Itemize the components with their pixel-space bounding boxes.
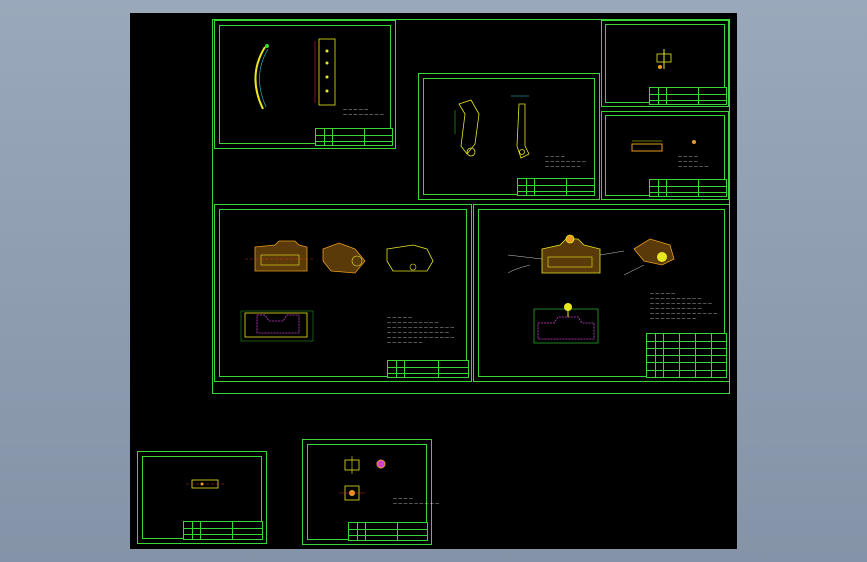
drawing-sheet-1[interactable]: — — — — — — — — — — — — —: [214, 20, 396, 149]
title-block: [183, 521, 263, 540]
tech-note: — — — — — — — — — — — — — — — — — — — — …: [650, 291, 718, 321]
drawing-sheet-8[interactable]: — — — — — — — — — — — — —: [302, 439, 439, 545]
title-block: [517, 178, 595, 196]
title-block: [646, 333, 727, 378]
tech-note: — — — — — — — — — — — — — —: [678, 154, 709, 169]
title-block: [649, 179, 727, 197]
drawing-sheet-6[interactable]: — — — — — — — — — — — — — — — — — — — — …: [473, 204, 730, 382]
drawing-sheet-2[interactable]: [601, 20, 729, 107]
title-block: [315, 128, 393, 146]
tech-note: — — — — — — — — — — — — — — — — — — —: [545, 154, 586, 169]
fixture-body-views: [240, 240, 434, 342]
drawing-sheet-3[interactable]: — — — — — — — — — — — — — — — — — — —: [418, 73, 600, 200]
title-block: [348, 522, 428, 541]
drawing-sheet-7[interactable]: [137, 451, 267, 544]
title-block: [387, 360, 469, 378]
drawing-canvas[interactable]: — — — — — — — — — — — — — — — — — — — — …: [130, 13, 737, 549]
drawing-sheet-4[interactable]: — — — — — — — — — — — — — —: [601, 111, 729, 200]
drawing-sheet-5[interactable]: — — — — — — — — — — — — — — — — — — — — …: [214, 204, 472, 382]
title-block: [649, 87, 727, 105]
tech-note: — — — — — — — — — — — — —: [393, 496, 440, 506]
tech-note: — — — — — — — — — — — — —: [343, 107, 384, 117]
tech-note: — — — — — — — — — — — — — — — — — — — — …: [387, 315, 455, 345]
